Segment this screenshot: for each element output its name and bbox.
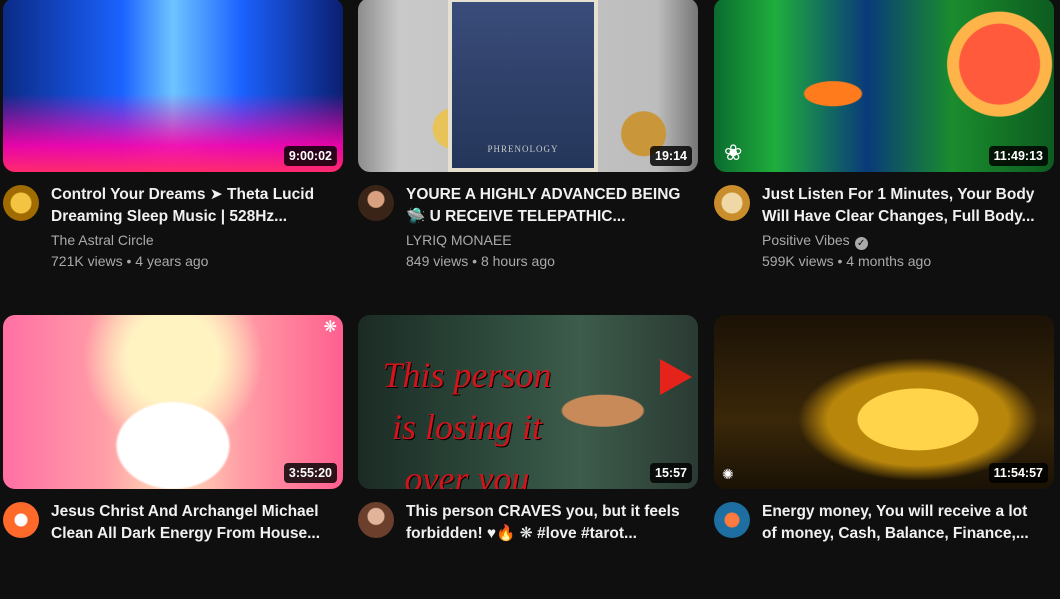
video-title[interactable]: Control Your Dreams ➤ Theta Lucid Dreami… bbox=[51, 184, 333, 228]
video-stats: 849 views • 8 hours ago bbox=[406, 253, 555, 269]
video-thumbnail[interactable]: ✺ 11:54:57 bbox=[714, 315, 1054, 489]
duration-badge: 19:14 bbox=[650, 146, 692, 166]
video-card[interactable]: ❀ 11:49:13 Just Listen For 1 Minutes, Yo… bbox=[714, 0, 1054, 282]
upload-age: 4 years ago bbox=[135, 253, 209, 269]
video-title[interactable]: Energy money, You will receive a lot of … bbox=[762, 501, 1044, 545]
duration-badge: 15:57 bbox=[650, 463, 692, 483]
channel-name-text[interactable]: Positive Vibes bbox=[762, 232, 850, 248]
channel-avatar[interactable] bbox=[3, 185, 39, 221]
verified-badge-icon: ✓ bbox=[854, 237, 868, 250]
video-thumbnail[interactable]: 9:00:02 bbox=[3, 0, 343, 172]
video-title[interactable]: Just Listen For 1 Minutes, Your Body Wil… bbox=[762, 184, 1044, 228]
play-arrow-icon bbox=[660, 359, 692, 395]
lotus-logo-icon: ❀ bbox=[724, 140, 743, 165]
video-title[interactable]: This person CRAVES you, but it feels for… bbox=[406, 501, 688, 545]
upload-age: 8 hours ago bbox=[480, 253, 555, 269]
channel-avatar[interactable] bbox=[358, 502, 394, 538]
video-thumbnail[interactable]: ❀ 11:49:13 bbox=[714, 0, 1054, 172]
video-title[interactable]: YOURE A HIGHLY ADVANCED BEING 🛸 U RECEIV… bbox=[406, 184, 688, 228]
duration-badge: 11:54:57 bbox=[988, 463, 1048, 483]
video-thumbnail[interactable]: This person is losing it over you 15:57 bbox=[358, 315, 698, 489]
tarot-card-label: PHRENOLOGY bbox=[487, 144, 559, 154]
upload-age: 4 months ago bbox=[846, 253, 932, 269]
duration-badge: 9:00:02 bbox=[283, 146, 337, 166]
channel-avatar[interactable] bbox=[714, 185, 750, 221]
tarot-card-image: PHRENOLOGY bbox=[448, 0, 598, 172]
video-card[interactable]: This person is losing it over you 15:57 … bbox=[358, 315, 698, 599]
channel-avatar[interactable] bbox=[3, 502, 39, 538]
channel-name[interactable]: Positive Vibes ✓ bbox=[762, 232, 868, 250]
video-thumbnail[interactable]: ❋ 3:55:20 bbox=[3, 315, 343, 489]
channel-name-text[interactable]: LYRIQ MONAEE bbox=[406, 232, 512, 248]
view-count: 849 views bbox=[406, 253, 469, 269]
video-card[interactable]: PHRENOLOGY 19:14 YOURE A HIGHLY ADVANCED… bbox=[358, 0, 698, 282]
video-stats: 721K views • 4 years ago bbox=[51, 253, 209, 269]
channel-name[interactable]: The Astral Circle bbox=[51, 232, 154, 248]
duration-badge: 3:55:20 bbox=[283, 463, 337, 483]
channel-avatar[interactable] bbox=[714, 502, 750, 538]
video-title[interactable]: Jesus Christ And Archangel Michael Clean… bbox=[51, 501, 333, 545]
video-card[interactable]: ✺ 11:54:57 Energy money, You will receiv… bbox=[714, 315, 1054, 599]
channel-watermark-icon: ❋ bbox=[323, 319, 337, 336]
video-stats: 599K views • 4 months ago bbox=[762, 253, 932, 269]
view-count: 599K views bbox=[762, 253, 834, 269]
video-card[interactable]: ❋ 3:55:20 Jesus Christ And Archangel Mic… bbox=[3, 315, 343, 599]
channel-name[interactable]: LYRIQ MONAEE bbox=[406, 232, 512, 248]
channel-avatar[interactable] bbox=[358, 185, 394, 221]
video-card[interactable]: 9:00:02 Control Your Dreams ➤ Theta Luci… bbox=[3, 0, 343, 282]
view-count: 721K views bbox=[51, 253, 123, 269]
thumbnail-caption: This person is losing it over you bbox=[382, 355, 552, 489]
channel-watermark-icon: ✺ bbox=[722, 466, 734, 482]
video-thumbnail[interactable]: PHRENOLOGY 19:14 bbox=[358, 0, 698, 172]
duration-badge: 11:49:13 bbox=[988, 146, 1048, 166]
channel-name-text[interactable]: The Astral Circle bbox=[51, 232, 154, 248]
